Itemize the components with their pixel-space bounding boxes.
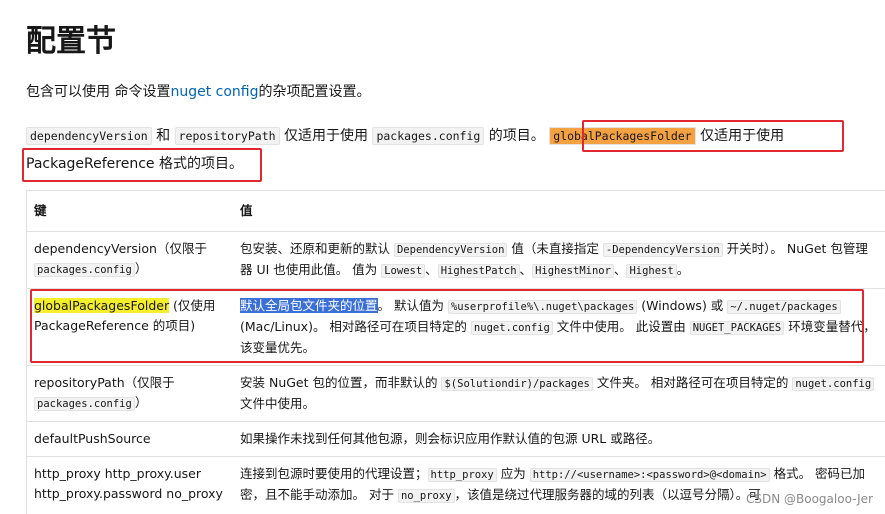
page-title: 配置节	[26, 24, 116, 59]
key-cell: repositoryPath（仅限于 packages.config）	[26, 365, 232, 422]
code-packages-config: packages.config	[372, 127, 485, 145]
key-text: http_proxy http_proxy.user http_proxy.pa…	[34, 466, 223, 501]
value-cell: 如果操作未找到任何其他包源，则会标识应用作默认值的包源 URL 或路径。	[232, 421, 885, 457]
key-highlighted: globalPackagesFolder	[34, 298, 170, 313]
value-code: HighestPatch	[437, 264, 520, 278]
header-key: 键	[26, 190, 232, 232]
scope-note-text2: 的项目。	[484, 128, 550, 144]
watermark: CSDN @Boogaloo-Jer	[745, 492, 873, 506]
value-code: http://<username>:<password>@<domain>	[529, 468, 770, 482]
value-sep: 、	[613, 262, 627, 277]
header-value: 值	[232, 190, 885, 232]
key-text: dependencyVersion（仅限于	[34, 241, 207, 256]
value-sep: 、	[519, 262, 533, 277]
value-code: Highest	[626, 264, 677, 278]
value-code: nuget.config	[470, 321, 553, 335]
key-tail: ）	[134, 395, 148, 410]
value-text: 应为	[496, 466, 530, 481]
value-text: 安装 NuGet 包的位置，而非默认的	[240, 375, 442, 390]
value-code: ~/.nuget/packages	[727, 300, 841, 314]
value-text: (Mac/Linux)。 相对路径可在项目特定的	[240, 319, 471, 334]
value-text: 文件夹。 相对路径可在项目特定的	[592, 375, 793, 390]
value-text: 。 默认值为	[377, 298, 448, 313]
value-code: -DependencyVersion	[602, 243, 723, 257]
code-repositorypath: repositoryPath	[174, 127, 280, 145]
value-text: (Windows) 或	[637, 298, 728, 313]
table-header-row: 键 值	[26, 190, 885, 232]
value-code: $(Solutiondir)/packages	[441, 377, 593, 391]
key-cell: defaultPushSource	[26, 421, 232, 457]
scope-note-and: 和	[151, 128, 175, 144]
value-code: HighestMinor	[532, 264, 614, 278]
value-text: 文件中使用。 此设置由	[552, 319, 690, 334]
value-text: 值（未直接指定	[507, 241, 603, 256]
config-table: 键 值 dependencyVersion（仅限于 packages.confi…	[26, 190, 885, 513]
value-text: 包安装、还原和更新的默认	[240, 241, 394, 256]
value-code: Lowest	[381, 264, 426, 278]
value-text: 如果操作未找到任何其他包源，则会标识应用作默认值的包源 URL 或路径。	[240, 431, 661, 446]
scope-note-text1: 仅适用于使用	[279, 128, 373, 144]
nuget-config-link[interactable]: nuget config	[170, 84, 258, 100]
table-row: repositoryPath（仅限于 packages.config） 安装 N…	[26, 365, 885, 422]
value-code: http_proxy	[427, 468, 497, 482]
value-cell: 默认全局包文件夹的位置。 默认值为 %userprofile%\.nuget\p…	[232, 288, 885, 366]
scope-note-paragraph: dependencyVersion 和 repositoryPath 仅适用于使…	[26, 122, 856, 178]
value-cell: 安装 NuGet 包的位置，而非默认的 $(Solutiondir)/packa…	[232, 365, 885, 422]
value-code: %userprofile%\.nuget\packages	[447, 300, 638, 314]
value-code: nuget.config	[792, 377, 875, 391]
key-tail: ）	[134, 261, 148, 276]
table-row: dependencyVersion（仅限于 packages.config） 包…	[26, 231, 885, 289]
value-code: DependencyVersion	[393, 243, 508, 257]
value-selected-text: 默认全局包文件夹的位置	[240, 298, 378, 313]
key-text: defaultPushSource	[34, 431, 151, 446]
code-globalpackagesfolder-highlighted: globalPackagesFolder	[549, 127, 696, 145]
intro-text-before: 包含可以使用 命令设置	[26, 84, 171, 100]
value-sep: 、	[425, 262, 438, 277]
code-dependencyversion: dependencyVersion	[26, 127, 152, 145]
value-code: no_proxy	[397, 489, 455, 503]
key-cell: http_proxy http_proxy.user http_proxy.pa…	[26, 456, 232, 513]
value-end: 。	[676, 262, 690, 277]
key-code: packages.config	[34, 397, 135, 411]
value-text: 文件中使用。	[240, 396, 316, 411]
key-cell: dependencyVersion（仅限于 packages.config）	[26, 231, 232, 289]
intro-paragraph: 包含可以使用 命令设置nuget config的杂项配置设置。	[26, 82, 370, 102]
value-code: NUGET_PACKAGES	[689, 321, 785, 335]
value-text: ，该值是绕过代理服务器的域的列表（以逗号分隔）。可	[454, 487, 761, 502]
value-text: 连接到包源时要使用的代理设置；	[240, 466, 428, 481]
table-row: defaultPushSource 如果操作未找到任何其他包源，则会标识应用作默…	[26, 421, 885, 457]
value-cell: 包安装、还原和更新的默认 DependencyVersion 值（未直接指定 -…	[232, 231, 885, 289]
key-text: repositoryPath（仅限于	[34, 375, 175, 390]
key-cell: globalPackagesFolder (仅使用 PackageReferen…	[26, 288, 232, 366]
table-row: globalPackagesFolder (仅使用 PackageReferen…	[26, 288, 885, 366]
intro-text-after: 的杂项配置设置。	[258, 84, 371, 100]
key-code: packages.config	[34, 263, 135, 277]
